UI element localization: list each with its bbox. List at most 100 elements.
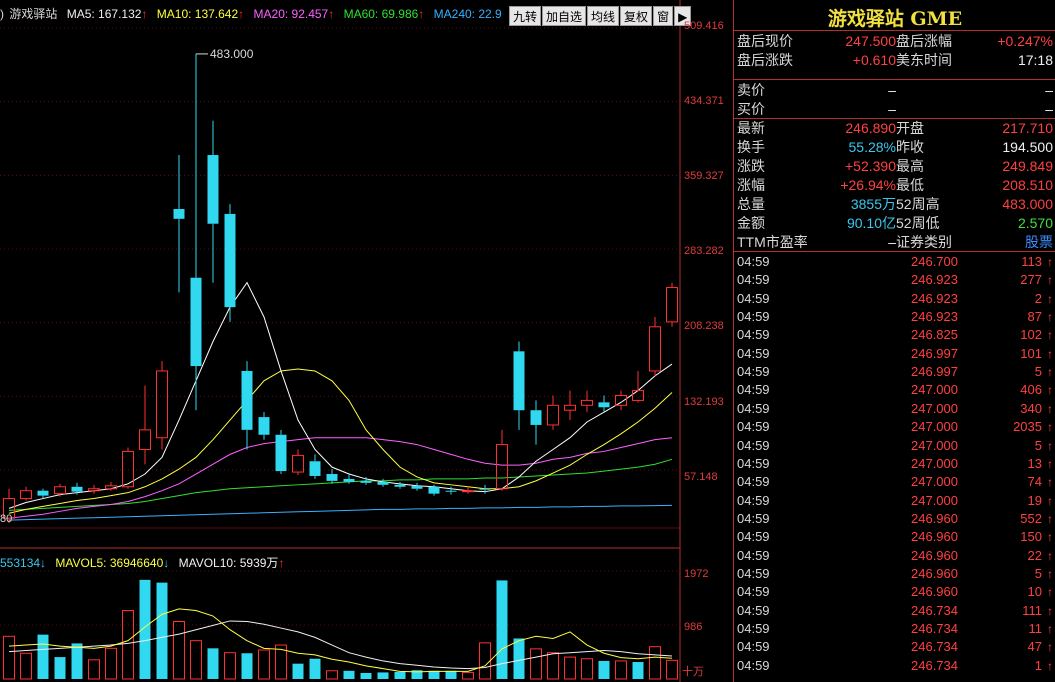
- tick-volume: 111: [1022, 602, 1042, 618]
- candle-body: [207, 155, 219, 224]
- tick-volume: 74: [1027, 474, 1042, 490]
- tick-row: 04:59 246.997 101 ↑: [734, 345, 1055, 363]
- tick-price: 247.000: [911, 474, 958, 490]
- tick-row: 04:59 246.734 111 ↑: [734, 602, 1055, 620]
- quote-value: 股票: [1025, 234, 1053, 250]
- up-arrow-icon: ↑: [1047, 530, 1053, 545]
- up-arrow-icon: ↑: [328, 7, 335, 21]
- candle-body: [241, 370, 253, 430]
- tick-row: 04:59 246.734 11 ↑: [734, 620, 1055, 638]
- tick-price: 246.734: [911, 657, 958, 673]
- tick-price: 246.997: [911, 364, 958, 380]
- quote-label: 盘后现价: [737, 33, 793, 49]
- volume-bar: [71, 643, 83, 679]
- up-arrow-icon: ↑: [1047, 548, 1053, 563]
- candle-body: [71, 486, 83, 492]
- tick-time: 04:59: [737, 345, 770, 361]
- quote-value: 55.28%: [848, 139, 896, 155]
- volume-bar: [258, 649, 270, 680]
- candle-body: [666, 287, 678, 323]
- tick-row: 04:59 246.960 5 ↑: [734, 565, 1055, 583]
- tick-time: 04:59: [737, 382, 770, 398]
- volume-bar: [513, 638, 525, 679]
- mavol10-label: MAVOL10: 5939万: [178, 556, 279, 570]
- tick-volume: 5: [1034, 437, 1042, 453]
- quote-value: 246.890: [845, 120, 896, 136]
- tick-row: 04:59 246.997 5 ↑: [734, 363, 1055, 381]
- kline-chart[interactable]: 483.000 80: [0, 0, 733, 682]
- tick-price: 246.960: [911, 584, 958, 600]
- tick-row: 04:59 247.000 74 ↑: [734, 473, 1055, 491]
- quote-row: 涨跌 +52.390 最高 249.849: [734, 157, 1055, 176]
- down-arrow-icon: ↓: [40, 556, 47, 570]
- volume-bar: [20, 652, 32, 680]
- volume-bar: [598, 660, 610, 679]
- low-label: 80: [0, 513, 12, 525]
- quote-row: 换手 55.28% 昨收 194.500: [734, 138, 1055, 157]
- candle-body: [88, 488, 100, 492]
- up-arrow-icon: ↑: [1047, 456, 1053, 471]
- mavol5-label: MAVOL5: 36946640: [55, 556, 164, 570]
- volume-bar: [173, 620, 185, 680]
- quote-label: 最高: [896, 158, 924, 174]
- tick-volume: 5: [1034, 565, 1042, 581]
- quote-label: 盘后涨跌: [737, 52, 793, 68]
- candle-body: [479, 488, 491, 490]
- ma5-label: MA5: 167.132: [66, 7, 142, 21]
- tick-time: 04:59: [737, 529, 770, 545]
- candle-body: [20, 490, 32, 500]
- window-button[interactable]: 窗: [653, 6, 674, 26]
- tick-volume: 5: [1034, 364, 1042, 380]
- tick-volume: 22: [1027, 547, 1042, 563]
- up-arrow-icon: ↑: [1047, 255, 1053, 269]
- volume-value: 553134↓: [0, 556, 46, 570]
- up-arrow-icon: ↑: [1047, 622, 1053, 636]
- quote-label: 盘后涨幅: [896, 33, 952, 49]
- quote-panel: 游戏驿站 GME 盘后现价 247.500 盘后涨幅 +0.247% 盘后涨跌 +0.61…: [733, 0, 1055, 682]
- ma240-value: MA240: 22.9: [433, 7, 502, 21]
- ma10-label: MA10: 137.642: [156, 7, 239, 21]
- ma5-value: MA5: 167.132↑: [67, 7, 148, 21]
- tick-volume: 150: [1020, 529, 1042, 545]
- quote-value: 2.570: [1017, 215, 1053, 231]
- tick-volume: 10: [1027, 584, 1042, 600]
- quote-label: 52周高: [896, 196, 940, 212]
- candle-body: [37, 490, 49, 496]
- up-arrow-icon: ↑: [1047, 658, 1053, 673]
- up-arrow-icon: ↑: [1047, 511, 1053, 526]
- jiuzhuan-button[interactable]: 九转: [509, 6, 542, 26]
- candle-body: [343, 478, 355, 482]
- tick-row: 04:59 246.825 102 ↑: [734, 326, 1055, 344]
- volume-bar: [377, 672, 389, 679]
- tick-price: 246.960: [911, 529, 958, 545]
- volume-legend: 553134↓ MAVOL5: 36946640 ↓ MAVOL10: 5939万…: [0, 554, 290, 572]
- quote-value: 483.000: [1002, 196, 1053, 212]
- adjust-price-button[interactable]: 复权: [620, 6, 653, 26]
- mavol10-value: MAVOL10: 5939万↑: [179, 556, 285, 570]
- volume-bar: [224, 652, 236, 680]
- tick-row: 04:59 247.000 2035 ↑: [734, 418, 1055, 436]
- candle-body: [377, 481, 389, 485]
- volume-bar: [632, 662, 644, 679]
- candle-body: [615, 394, 627, 406]
- tick-volume: 11: [1028, 621, 1043, 636]
- tick-row: 04:59 246.923 277 ↑: [734, 271, 1055, 289]
- price-axis-label: 434.371: [684, 95, 724, 107]
- tick-time: 04:59: [737, 400, 770, 416]
- volume-bar: [360, 672, 372, 679]
- tick-time: 04:59: [737, 437, 770, 453]
- up-arrow-icon: ↑: [1047, 346, 1053, 361]
- tick-row: 04:59 246.960 150 ↑: [734, 528, 1055, 546]
- tick-price: 246.960: [911, 565, 958, 581]
- tick-price: 246.923: [911, 272, 958, 288]
- add-watchlist-button[interactable]: 加自选: [542, 6, 587, 26]
- up-arrow-icon: ↑: [1047, 585, 1053, 600]
- quote-value: +52.390: [845, 158, 896, 174]
- legend-prefix: ): [0, 7, 4, 21]
- tick-row: 04:59 246.923 87 ↑: [734, 308, 1055, 326]
- up-arrow-icon: ↑: [1047, 310, 1053, 325]
- up-arrow-icon: ↑: [418, 7, 425, 21]
- tick-time: 04:59: [737, 565, 770, 581]
- moving-average-button[interactable]: 均线: [587, 6, 620, 26]
- kline-chart-area[interactable]: 483.000 80 ) 游戏驿站 MA5: 167.132↑ MA10: 137…: [0, 0, 733, 682]
